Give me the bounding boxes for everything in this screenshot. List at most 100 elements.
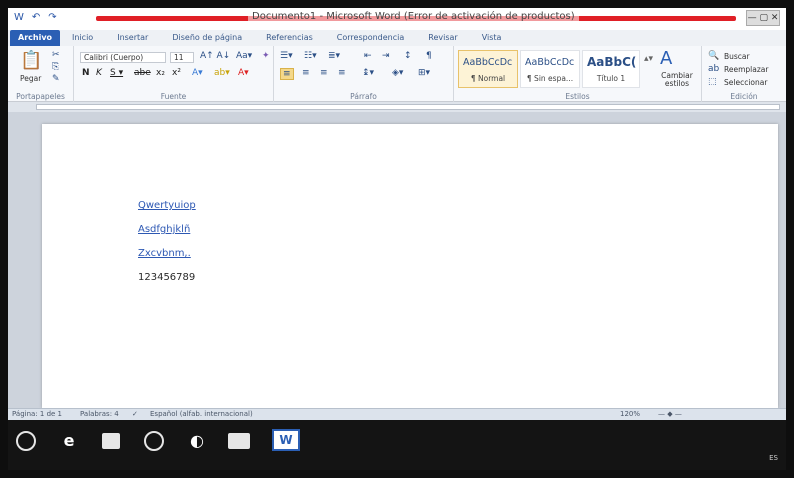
- file-explorer-icon[interactable]: [102, 433, 120, 449]
- ruler-track: [36, 104, 780, 110]
- edge-legacy-icon[interactable]: e: [58, 430, 80, 452]
- superscript-icon[interactable]: x²: [172, 68, 181, 78]
- font-name-select[interactable]: Calibri (Cuerpo): [80, 52, 166, 63]
- style-name: ¶ Normal: [470, 74, 506, 83]
- font-size-select[interactable]: 11: [170, 52, 194, 63]
- strikethrough-icon[interactable]: abe: [134, 68, 151, 78]
- style-sin-espaciado[interactable]: AaBbCcDc ¶ Sin espa...: [520, 50, 580, 88]
- ribbon: 📋 Pegar ✂ ⎘ ✎ Portapapeles Calibri (Cuer…: [8, 46, 786, 102]
- undo-icon[interactable]: ↶: [32, 12, 40, 23]
- language-indicator[interactable]: Español (alfab. internacional): [150, 410, 253, 418]
- replace-button[interactable]: Reemplazar: [724, 65, 768, 74]
- select-icon[interactable]: ⬚: [708, 77, 717, 87]
- page-count[interactable]: Página: 1 de 1: [12, 410, 62, 418]
- style-name: ¶ Sin espa...: [526, 74, 574, 83]
- start-icon[interactable]: [16, 431, 36, 451]
- cortana-icon[interactable]: [144, 431, 164, 451]
- document-page[interactable]: Qwertyuiop Asdfghjklñ Zxcvbnm,. 12345678…: [42, 124, 778, 408]
- tab-vista[interactable]: Vista: [470, 30, 514, 46]
- style-sample: AaBbCcDc: [463, 57, 513, 68]
- styles-label: Estilos: [565, 92, 590, 101]
- horizontal-ruler[interactable]: [8, 102, 786, 112]
- paste-icon[interactable]: 📋: [20, 50, 42, 71]
- grow-font-icon[interactable]: A↑ A↓: [200, 51, 230, 61]
- font-group: Calibri (Cuerpo) 11 A↑ A↓ Aa▾ ✦ N K S ▾ …: [74, 46, 274, 102]
- editing-label: Edición: [730, 92, 758, 101]
- styles-group: AaBbCcDc ¶ Normal AaBbCcDc ¶ Sin espa...…: [454, 46, 702, 102]
- edge-icon[interactable]: ◐: [186, 430, 208, 452]
- clipboard-group: 📋 Pegar ✂ ⎘ ✎ Portapapeles: [8, 46, 74, 102]
- editing-group: 🔍 Buscar ab Reemplazar ⬚ Seleccionar Edi…: [702, 46, 786, 102]
- bold-icon[interactable]: N: [82, 68, 90, 78]
- decrease-indent-icon[interactable]: ⇤: [364, 51, 372, 61]
- find-button[interactable]: Buscar: [724, 52, 750, 61]
- tab-archivo[interactable]: Archivo: [10, 30, 61, 46]
- tab-insertar[interactable]: Insertar: [105, 30, 160, 46]
- tab-revisar[interactable]: Revisar: [416, 30, 469, 46]
- increase-indent-icon[interactable]: ⇥: [382, 51, 390, 61]
- document-area: Qwertyuiop Asdfghjklñ Zxcvbnm,. 12345678…: [8, 112, 786, 408]
- paste-button[interactable]: Pegar: [20, 74, 41, 83]
- word-count[interactable]: Palabras: 4: [80, 410, 119, 418]
- tab-correspondencia[interactable]: Correspondencia: [325, 30, 416, 46]
- paragraph-group: ☰▾ ☷▾ ≣▾ ⇤ ⇥ ↕ ¶ ≡ ≡ ≡ ≡ ↨▾ ◈▾ ⊞▾ Párraf…: [274, 46, 454, 102]
- underline-icon[interactable]: S ▾: [110, 68, 123, 78]
- align-left-icon[interactable]: ≡: [280, 68, 294, 80]
- proofing-icon[interactable]: ✓: [132, 410, 138, 418]
- numbering-icon[interactable]: ☷▾: [304, 51, 317, 61]
- format-painter-icon[interactable]: ✎: [52, 74, 60, 84]
- redo-icon[interactable]: ↷: [48, 12, 56, 23]
- align-right-icon[interactable]: ≡: [320, 68, 328, 78]
- doc-line-3: Zxcvbnm,.: [138, 248, 191, 259]
- style-titulo-1[interactable]: AaBbC( Título 1: [582, 50, 640, 88]
- style-sample: AaBbCcDc: [525, 57, 575, 68]
- italic-icon[interactable]: K: [96, 68, 102, 78]
- style-normal[interactable]: AaBbCcDc ¶ Normal: [458, 50, 518, 88]
- font-label: Fuente: [160, 92, 187, 101]
- bullets-icon[interactable]: ☰▾: [280, 51, 293, 61]
- borders-icon[interactable]: ⊞▾: [418, 68, 430, 78]
- style-sample: AaBbC(: [587, 55, 637, 69]
- line-spacing-icon[interactable]: ↨▾: [362, 68, 374, 78]
- change-styles-button[interactable]: Cambiar estilos: [654, 72, 700, 88]
- justify-icon[interactable]: ≡: [338, 68, 346, 78]
- change-case-icon[interactable]: Aa▾: [236, 51, 252, 61]
- quick-access-toolbar: W ↶ ↷: [14, 12, 57, 23]
- input-language[interactable]: ES: [769, 454, 778, 462]
- tab-inicio[interactable]: Inicio: [60, 30, 105, 46]
- copy-icon[interactable]: ⎘: [52, 62, 59, 72]
- clipboard-label: Portapapeles: [16, 92, 65, 101]
- clear-format-icon[interactable]: ✦: [262, 51, 270, 61]
- text-effects-icon[interactable]: A▾: [192, 68, 203, 78]
- change-styles-icon[interactable]: A: [660, 48, 672, 69]
- shading-icon[interactable]: ◈▾: [392, 68, 403, 78]
- pilcrow-icon[interactable]: ¶: [426, 51, 432, 61]
- window-title: Documento1 - Microsoft Word (Error de ac…: [248, 11, 579, 22]
- word-taskbar-icon[interactable]: W: [272, 429, 300, 451]
- subscript-icon[interactable]: x₂: [156, 68, 165, 78]
- replace-icon[interactable]: ab: [708, 64, 719, 74]
- align-center-icon[interactable]: ≡: [302, 68, 310, 78]
- screen: W ↶ ↷ Documento1 - Microsoft Word (Error…: [0, 0, 794, 478]
- find-icon[interactable]: 🔍: [708, 51, 719, 61]
- doc-line-4: 123456789: [138, 272, 196, 283]
- tab-diseno-pagina[interactable]: Diseño de página: [160, 30, 254, 46]
- doc-line-1: Qwertyuiop: [138, 200, 196, 211]
- status-bar: Página: 1 de 1 Palabras: 4 ✓ Español (al…: [8, 408, 786, 420]
- ribbon-tabs: Archivo Inicio Insertar Diseño de página…: [8, 30, 786, 46]
- tab-referencias[interactable]: Referencias: [254, 30, 325, 46]
- cut-icon[interactable]: ✂: [52, 50, 60, 60]
- doc-line-2: Asdfghjklñ: [138, 224, 191, 235]
- zoom-slider[interactable]: — ◆ —: [658, 410, 682, 418]
- font-color-icon[interactable]: A▾: [238, 68, 249, 78]
- styles-scroll-icon[interactable]: ▴▾: [644, 54, 653, 64]
- sort-icon[interactable]: ↕: [404, 51, 412, 61]
- highlight-icon[interactable]: ab▾: [214, 68, 230, 78]
- multilevel-list-icon[interactable]: ≣▾: [328, 51, 340, 61]
- window-controls[interactable]: — ▢ ✕: [746, 10, 780, 26]
- select-button[interactable]: Seleccionar: [724, 78, 767, 87]
- taskbar: e ◐ W ES: [8, 420, 786, 470]
- word-icon: W: [14, 12, 24, 23]
- zoom-level[interactable]: 120%: [620, 410, 640, 418]
- store-icon[interactable]: [228, 433, 250, 449]
